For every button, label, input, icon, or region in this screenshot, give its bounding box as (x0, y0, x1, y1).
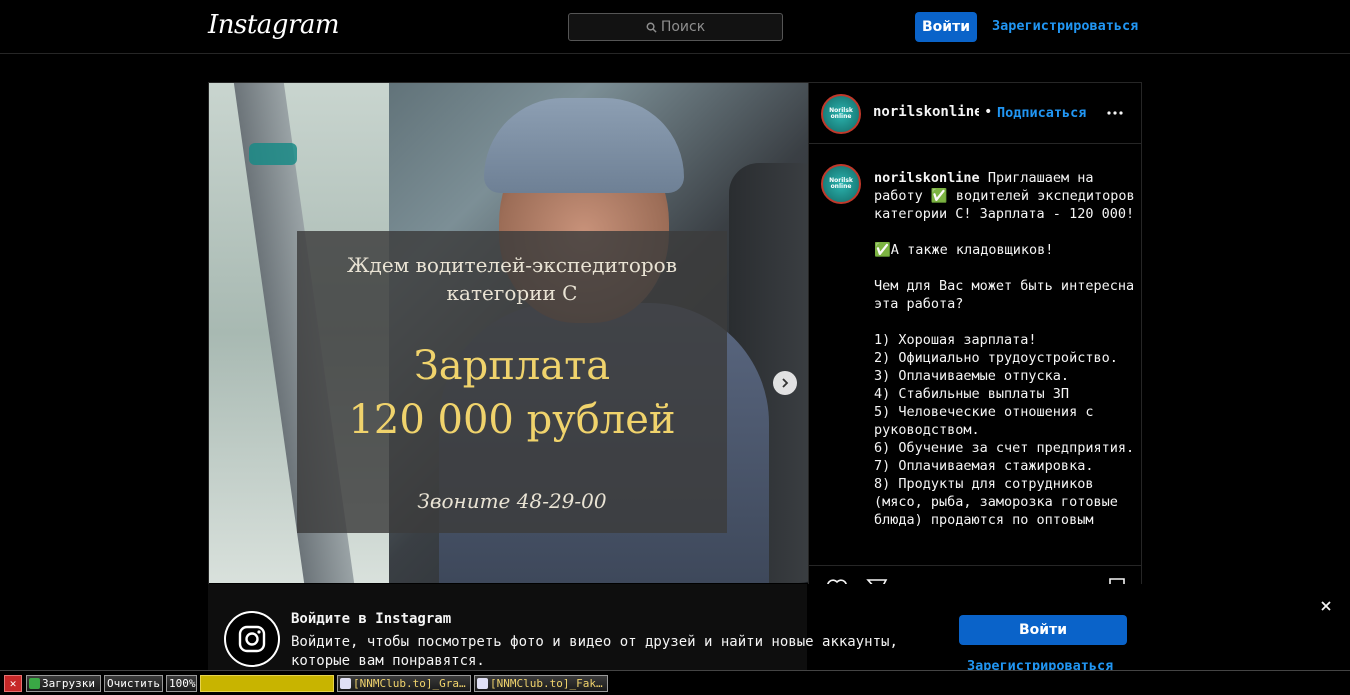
more-options-icon[interactable] (1106, 105, 1124, 121)
overlay-line1: Ждем водителей-экспедиторов (347, 253, 677, 277)
progress-bar (200, 675, 334, 692)
instagram-logo[interactable]: Instagram (208, 10, 340, 40)
banner-text: Войдите, чтобы посмотреть фото и видео о… (291, 634, 898, 669)
follow-button[interactable]: Подписаться (997, 105, 1086, 121)
download-taskbar: ✕ Загрузки Очистить 100% [NNMClub.to]_Gr… (0, 670, 1350, 695)
banner-title: Войдите в Instagram (291, 611, 452, 627)
close-icon[interactable] (1318, 598, 1334, 614)
downloads-label: Загрузки (42, 677, 95, 690)
overlay-heading: Ждем водителей-экспедиторов категории С (297, 251, 727, 307)
downloads-button[interactable]: Загрузки (26, 675, 101, 692)
download-item-1-label: [NNMClub.to]_Gra… (353, 677, 466, 690)
download-item-1[interactable]: [NNMClub.to]_Gra… (337, 675, 471, 692)
search-placeholder: Поиск (660, 19, 706, 35)
banner-login-button[interactable]: Войти (959, 615, 1127, 645)
register-link[interactable]: Зарегистрироваться (992, 18, 1138, 34)
taskbar-close-button[interactable]: ✕ (4, 675, 22, 692)
file-icon (340, 678, 351, 689)
top-navigation-bar: Instagram Поиск Войти Зарегистрироваться (0, 0, 1350, 54)
instagram-circle-logo (224, 611, 280, 667)
caption-avatar[interactable]: Norilsk online (821, 164, 861, 204)
search-icon (646, 22, 657, 33)
driver-cap (484, 98, 684, 193)
next-slide-button[interactable] (773, 371, 797, 395)
search-input[interactable]: Поиск (568, 13, 783, 41)
author-username[interactable]: norilskonline (873, 104, 979, 120)
post-image[interactable]: Ждем водителей-экспедиторов категории С … (209, 83, 808, 583)
download-item-2-label: [NNMClub.to]_Fak… (490, 677, 603, 690)
image-text-overlay: Ждем водителей-экспедиторов категории С … (297, 231, 727, 533)
overlay-phone: Звоните 48-29-00 (417, 489, 607, 513)
overlay-salary-line1: Зарплата (413, 343, 611, 389)
chevron-right-icon (782, 378, 789, 388)
caption-section: Norilsk online norilskonline Приглашаем … (809, 145, 1142, 565)
instagram-camera-icon (238, 625, 266, 653)
post-header: Norilsk online norilskonline • Подписать… (809, 83, 1142, 144)
overlay-salary-line2: 120 000 рублей (348, 397, 676, 443)
zoom-level[interactable]: 100% (166, 675, 197, 692)
login-prompt-banner: Войдите в Instagram Войдите, чтобы посмо… (208, 584, 1142, 674)
overlay-line2: категории С (446, 281, 578, 305)
author-avatar[interactable]: Norilsk online (821, 94, 861, 134)
post-sidebar: Norilsk online norilskonline • Подписать… (808, 83, 1142, 601)
download-icon (29, 678, 40, 689)
caption: norilskonline Приглашаем на работу ✅ вод… (874, 169, 1136, 529)
overlay-salary: Зарплата 120 000 рублей (297, 339, 727, 447)
caption-username[interactable]: norilskonline (874, 170, 980, 186)
file-icon (477, 678, 488, 689)
clear-button[interactable]: Очистить (104, 675, 163, 692)
download-item-2[interactable]: [NNMClub.to]_Fak… (474, 675, 608, 692)
caption-text: Приглашаем на работу ✅ водителей экспеди… (874, 170, 1135, 528)
separator-dot: • (984, 104, 993, 120)
post-card: Ждем водителей-экспедиторов категории С … (208, 82, 1142, 602)
login-button[interactable]: Войти (915, 12, 977, 42)
brand-mark-icon (249, 143, 297, 165)
